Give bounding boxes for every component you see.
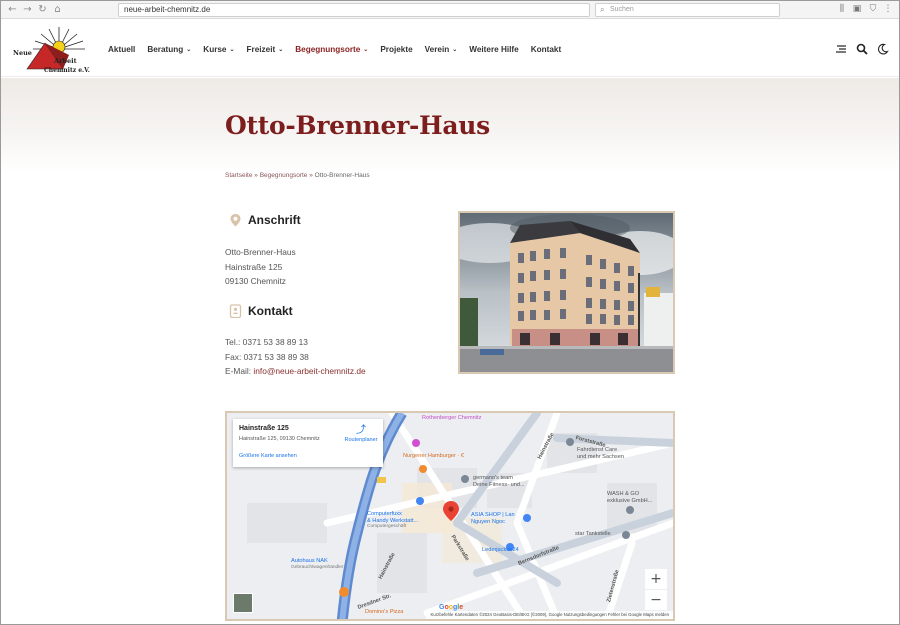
address-line: 09130 Chemnitz (225, 276, 286, 286)
browser-toolbar: ← → ↻ ⌂ neue-arbeit-chemnitz.de ⌕ Suchen… (1, 1, 899, 19)
map-poi-label: germano's team Deine Fitness- und... (473, 475, 525, 488)
nav-item-begegnungsorte[interactable]: Begegnungsorte ⌄ (295, 42, 368, 56)
reload-icon[interactable]: ↻ (37, 4, 48, 15)
satellite-toggle[interactable] (233, 593, 253, 613)
map-poi-label: Rothenberger Chemnitz (422, 415, 482, 421)
search-icon[interactable] (856, 43, 868, 55)
chevron-down-icon: ⌄ (186, 46, 192, 53)
map-info-card: Hainstraße 125 Hainstraße 125, 09130 Che… (233, 419, 383, 467)
logo-text-arbeit: Arbeit (54, 57, 77, 65)
main-navigation: Aktuell Beratung ⌄ Kurse ⌄ Freizeit ⌄ Begeg… (108, 42, 573, 56)
breadcrumb-current: Otto-Brenner-Haus (314, 172, 370, 179)
logo-text-neue: Neue (13, 49, 32, 57)
breadcrumb-separator: » (307, 172, 315, 179)
contact-card-icon (229, 304, 242, 318)
nav-item-kontakt[interactable]: Kontakt (531, 42, 561, 56)
anschrift-heading: Anschrift (229, 213, 301, 227)
map-place-address: Hainstraße 125, 09130 Chemnitz (239, 436, 320, 442)
chevron-down-icon: ⌄ (278, 46, 284, 53)
fax-line: Fax: 0371 53 38 89 38 (225, 351, 309, 362)
map-poi-label: star Tankstelle (575, 531, 611, 537)
phone-line: Tel.: 0371 53 38 89 13 (225, 337, 308, 347)
embedded-map[interactable]: Rothenberger Chemnitz Nurgener Hamburger… (225, 411, 675, 621)
back-icon[interactable]: ← (7, 4, 18, 15)
chevron-down-icon: ⌄ (363, 46, 369, 53)
accessibility-menu-icon[interactable] (835, 43, 847, 55)
chevron-down-icon: ⌄ (229, 46, 235, 53)
nav-item-weitere-hilfe[interactable]: Weitere Hilfe (469, 42, 518, 56)
browser-window: ← → ↻ ⌂ neue-arbeit-chemnitz.de ⌕ Suchen… (0, 0, 900, 625)
directions-icon: ⤴ (356, 425, 366, 436)
dark-mode-moon-icon[interactable] (877, 43, 889, 55)
map-poi-label: Computerfuxx & Handy Werkstatt... Computer… (367, 511, 419, 529)
page-title: Otto-Brenner-Haus (225, 111, 490, 140)
map-poi-label: Nurgener Hamburger · € (403, 453, 464, 459)
breadcrumb-parent-link[interactable]: Begegnungsorte (260, 172, 308, 179)
kontakt-heading: Kontakt (229, 304, 293, 318)
map-place-title: Hainstraße 125 (239, 425, 289, 432)
logo-text-chemnitz: Chemnitz e.V. (44, 67, 90, 74)
map-poi-label: Domino's Pizza (365, 609, 404, 615)
address-block: Otto-Brenner-Haus Hainstraße 125 09130 C… (225, 245, 296, 289)
email-link[interactable]: info@neue-arbeit-chemnitz.de (253, 366, 365, 376)
address-line: Hainstraße 125 (225, 261, 283, 272)
browser-search-placeholder: Suchen (610, 6, 634, 13)
map-poi-label: Lederjacken24 (482, 547, 519, 553)
shield-icon[interactable]: ⛉ (868, 4, 878, 15)
map-poi-label: WASH & GO exklusive GmbH... (607, 491, 653, 504)
map-poi-label: ASIA SHOP | Lan Nguyen Ngoc (471, 512, 515, 525)
route-planner-button[interactable]: ⤴ Routenplaner (341, 425, 381, 443)
address-line: Otto-Brenner-Haus (225, 247, 296, 257)
breadcrumb: Startseite » Begegnungsorte » Otto-Brenn… (225, 172, 370, 179)
sidebar-icon[interactable]: ▣ (852, 4, 862, 15)
google-logo: Google (439, 604, 464, 611)
chevron-down-icon: ⌄ (452, 46, 458, 53)
nav-item-verein[interactable]: Verein ⌄ (425, 42, 458, 56)
site-header: Neue Arbeit Chemnitz e.V. Aktuell Beratu… (1, 20, 899, 77)
nav-item-beratung[interactable]: Beratung ⌄ (147, 42, 191, 56)
larger-map-link[interactable]: Größere Karte ansehen (239, 453, 297, 459)
menu-icon[interactable]: ⋮ (883, 4, 893, 15)
address-bar[interactable]: neue-arbeit-chemnitz.de (118, 3, 590, 17)
zoom-in-button[interactable]: + (645, 569, 667, 589)
forward-icon[interactable]: → (22, 4, 33, 15)
breadcrumb-home-link[interactable]: Startseite (225, 172, 252, 179)
nav-item-kurse[interactable]: Kurse ⌄ (203, 42, 234, 56)
email-line: E-Mail: info@neue-arbeit-chemnitz.de (225, 366, 366, 376)
site-logo[interactable]: Neue Arbeit Chemnitz e.V. (13, 25, 93, 75)
map-attribution: Kurzbefehle Kartendaten ©2024 GeoBasis-D… (426, 611, 673, 619)
breadcrumb-separator: » (252, 172, 260, 179)
map-poi-label: Autohaus NAK Gebrauchtwagenhändler (291, 558, 344, 570)
zoom-out-button[interactable]: − (645, 590, 667, 610)
home-icon[interactable]: ⌂ (52, 4, 63, 15)
library-icon[interactable]: ⫼ (837, 4, 847, 15)
building-photo (458, 211, 675, 374)
location-pin-icon (230, 214, 241, 227)
browser-search-input[interactable]: ⌕ Suchen (595, 3, 780, 17)
search-icon: ⌕ (600, 5, 605, 14)
nav-item-aktuell[interactable]: Aktuell (108, 42, 135, 56)
map-poi-label: Fahrdienst Care und mehr Sachsen (577, 447, 624, 460)
nav-item-freizeit[interactable]: Freizeit ⌄ (247, 42, 284, 56)
contact-block: Tel.: 0371 53 38 89 13 Fax: 0371 53 38 8… (225, 335, 366, 379)
nav-item-projekte[interactable]: Projekte (380, 42, 412, 56)
